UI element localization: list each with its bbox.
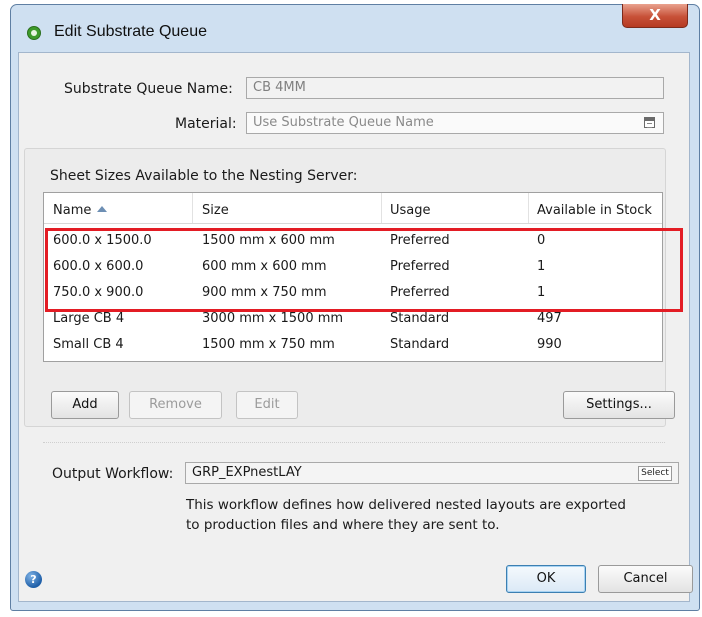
cell-usage: Preferred bbox=[390, 259, 450, 274]
cell-size: 600 mm x 600 mm bbox=[202, 259, 327, 274]
cell-usage: Preferred bbox=[390, 233, 450, 248]
cell-usage: Preferred bbox=[390, 285, 450, 300]
column-separator bbox=[381, 193, 382, 223]
ok-button[interactable]: OK bbox=[506, 565, 586, 593]
cell-size: 900 mm x 750 mm bbox=[202, 285, 327, 300]
add-button[interactable]: Add bbox=[51, 391, 119, 419]
select-button[interactable]: Select bbox=[638, 466, 672, 481]
cell-stock: 497 bbox=[537, 311, 562, 326]
cell-size: 3000 mm x 1500 mm bbox=[202, 311, 344, 326]
output-workflow-label: Output Workflow: bbox=[52, 466, 174, 482]
column-header-name[interactable]: Name bbox=[53, 203, 108, 218]
cell-usage: Standard bbox=[390, 337, 450, 352]
cell-stock: 1 bbox=[537, 259, 546, 274]
section-divider bbox=[43, 442, 665, 443]
column-header-stock[interactable]: Available in Stock bbox=[537, 203, 652, 218]
settings-button[interactable]: Settings... bbox=[563, 391, 675, 419]
cancel-button[interactable]: Cancel bbox=[598, 565, 693, 593]
cell-name: Large CB 4 bbox=[53, 311, 125, 326]
cell-name: 600.0 x 600.0 bbox=[53, 259, 144, 274]
column-separator bbox=[528, 193, 529, 223]
close-button[interactable]: X bbox=[622, 4, 688, 28]
table-row[interactable]: 750.0 x 900.0 900 mm x 750 mm Preferred … bbox=[44, 283, 662, 307]
cell-size: 1500 mm x 600 mm bbox=[202, 233, 335, 248]
table-row[interactable]: 600.0 x 600.0 600 mm x 600 mm Preferred … bbox=[44, 257, 662, 281]
output-workflow-description: This workflow defines how delivered nest… bbox=[186, 495, 686, 535]
column-header-size[interactable]: Size bbox=[202, 203, 229, 218]
cell-name: 750.0 x 900.0 bbox=[53, 285, 144, 300]
cell-name: 600.0 x 1500.0 bbox=[53, 233, 152, 248]
table-row[interactable]: Large CB 4 3000 mm x 1500 mm Standard 49… bbox=[44, 309, 662, 333]
dialog-title: Edit Substrate Queue bbox=[54, 23, 207, 40]
column-header-name-label: Name bbox=[53, 203, 92, 218]
app-icon bbox=[27, 26, 41, 40]
remove-button[interactable]: Remove bbox=[129, 391, 222, 419]
material-label: Material: bbox=[175, 116, 237, 132]
cell-stock: 1 bbox=[537, 285, 546, 300]
sort-ascending-icon bbox=[97, 206, 108, 212]
description-line: to production files and where they are s… bbox=[186, 517, 500, 533]
table-row[interactable]: Small CB 4 1500 mm x 750 mm Standard 990 bbox=[44, 335, 662, 359]
column-header-usage[interactable]: Usage bbox=[390, 203, 431, 218]
cell-usage: Standard bbox=[390, 311, 450, 326]
column-separator bbox=[192, 193, 193, 223]
output-workflow-field[interactable]: GRP_EXPnestLAY Select bbox=[185, 462, 679, 484]
output-workflow-value: GRP_EXPnestLAY bbox=[192, 465, 302, 480]
table-row[interactable]: 600.0 x 1500.0 1500 mm x 600 mm Preferre… bbox=[44, 231, 662, 255]
material-placeholder: Use Substrate Queue Name bbox=[253, 115, 434, 130]
material-field[interactable]: Use Substrate Queue Name bbox=[246, 112, 664, 134]
sheet-sizes-label: Sheet Sizes Available to the Nesting Ser… bbox=[50, 168, 358, 184]
cell-stock: 990 bbox=[537, 337, 562, 352]
cell-name: Small CB 4 bbox=[53, 337, 124, 352]
sheet-sizes-table: Name Size Usage Available in Stock 600.0… bbox=[43, 192, 663, 362]
help-icon[interactable]: ? bbox=[25, 571, 42, 588]
substrate-queue-name-field[interactable]: CB 4MM bbox=[246, 77, 664, 99]
description-line: This workflow defines how delivered nest… bbox=[186, 497, 626, 513]
cell-size: 1500 mm x 750 mm bbox=[202, 337, 335, 352]
calendar-icon[interactable] bbox=[644, 117, 655, 128]
title-bar[interactable]: Edit Substrate Queue X bbox=[11, 4, 699, 53]
edit-button[interactable]: Edit bbox=[236, 391, 298, 419]
cell-stock: 0 bbox=[537, 233, 546, 248]
substrate-queue-name-label: Substrate Queue Name: bbox=[64, 81, 233, 97]
header-divider bbox=[44, 223, 662, 224]
